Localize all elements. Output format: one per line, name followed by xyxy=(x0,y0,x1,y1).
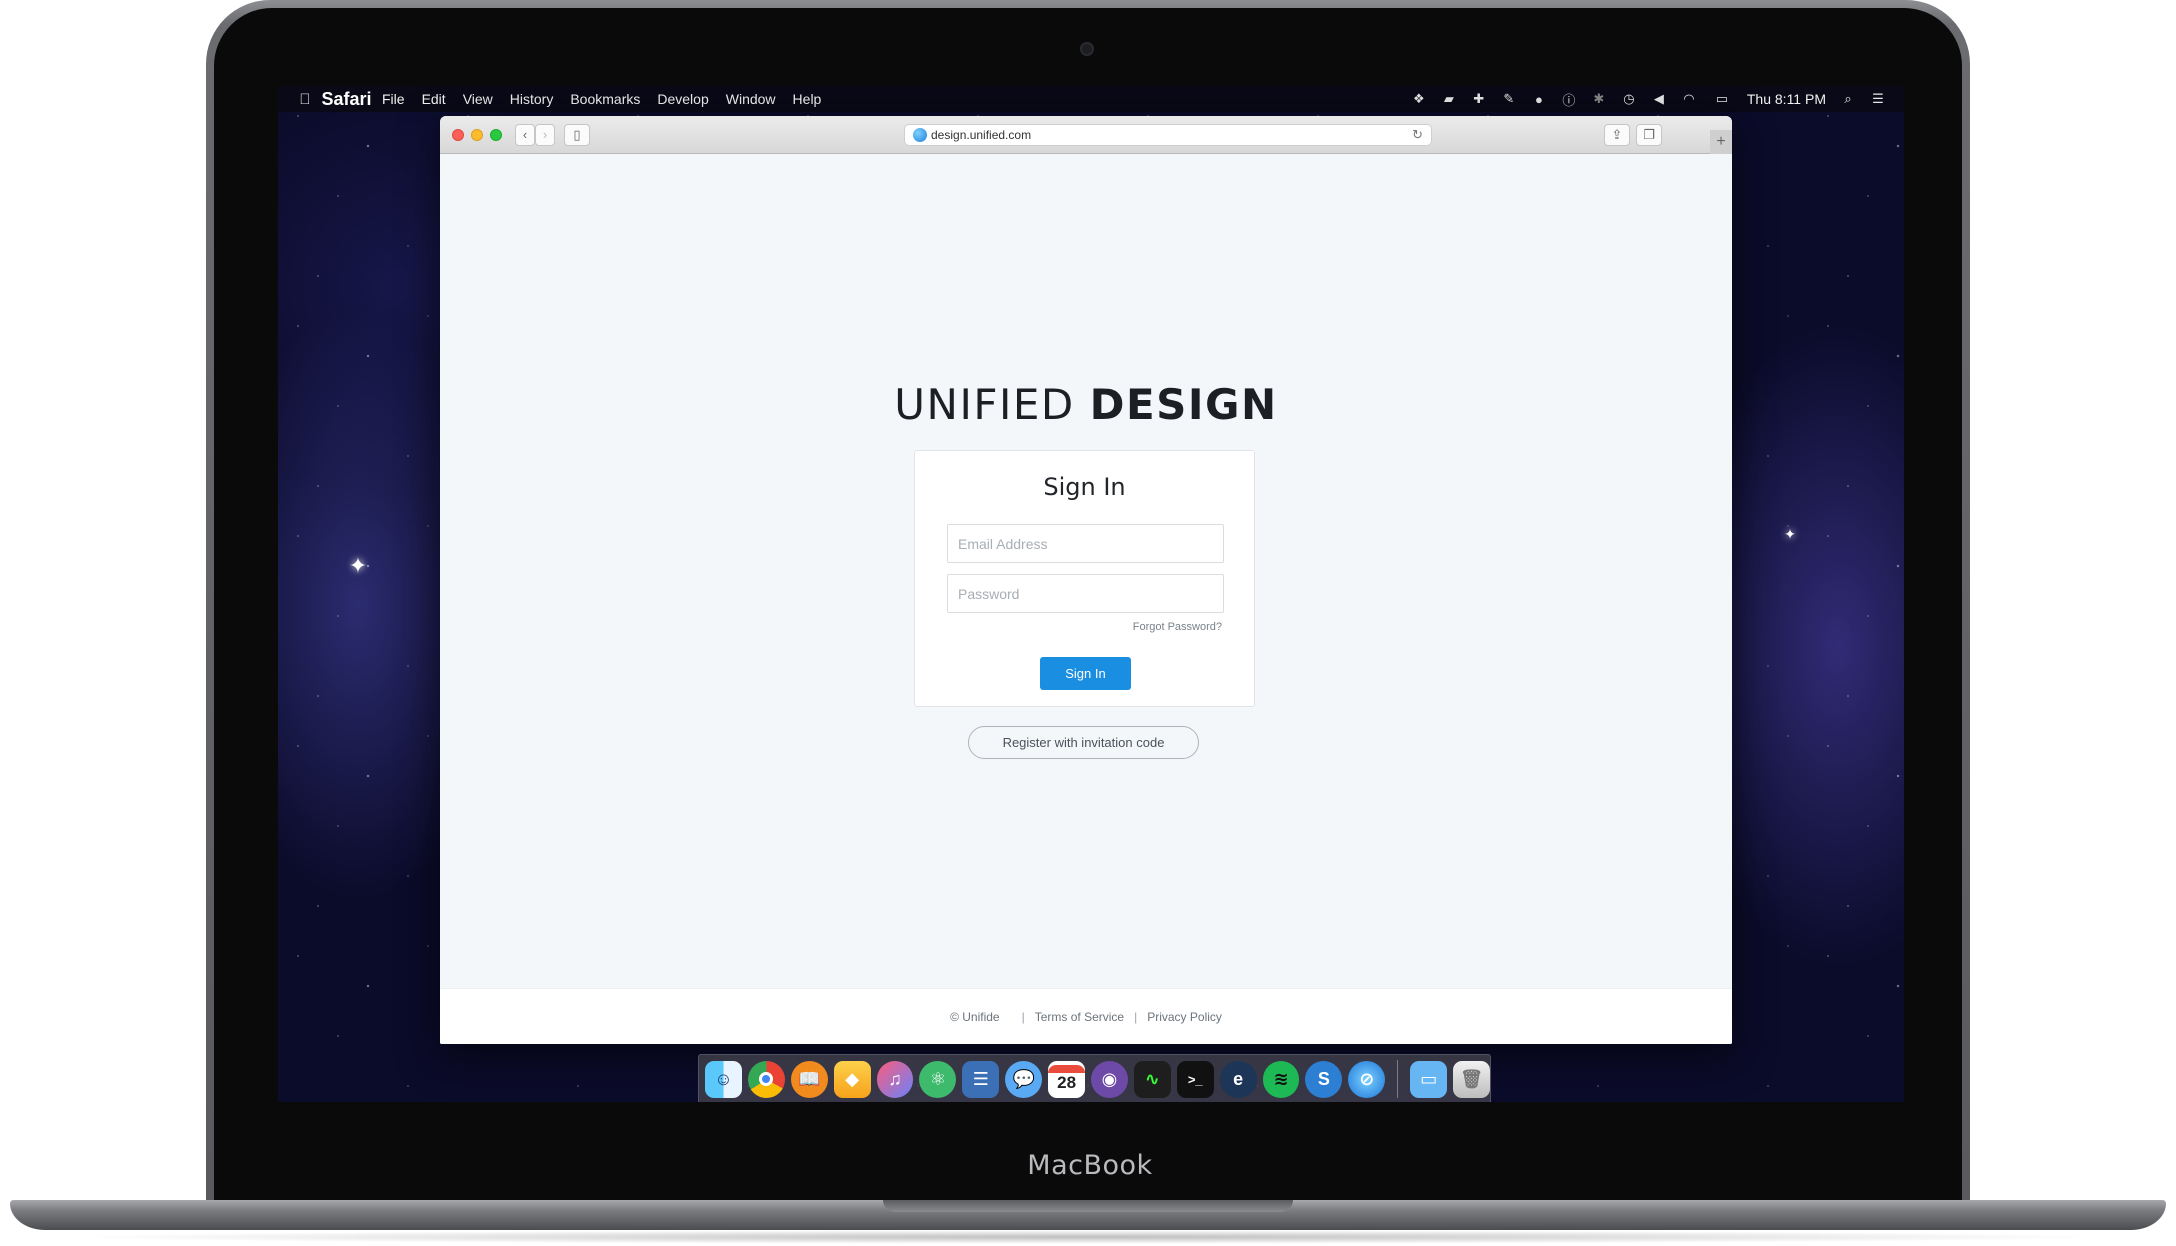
browser-toolbar: ‹ › ▯ design.unified.com ↻ ⇪ ❐ + xyxy=(440,116,1732,154)
list-app-icon[interactable]: ☰ xyxy=(962,1060,1000,1102)
dock-separator xyxy=(1397,1060,1399,1098)
web-page: UNIFIED DESIGN Sign In Forgot Password? … xyxy=(440,154,1732,1044)
menu-edit[interactable]: Edit xyxy=(422,91,446,107)
screen: ✦ ✦  Safari File Edit View History Book… xyxy=(278,86,1904,1102)
fullscreen-window-button[interactable] xyxy=(490,129,502,141)
volume-icon[interactable]: ◀ xyxy=(1651,91,1667,107)
brand-light-text: UNIFIED xyxy=(894,380,1090,429)
time-machine-icon[interactable]: ◷ xyxy=(1621,91,1637,107)
footer-copyright: © Unifide xyxy=(950,1009,1000,1024)
apple-menu-icon[interactable]:  xyxy=(292,91,318,108)
tabs-overview-icon[interactable]: ❐ xyxy=(1636,124,1662,146)
info-icon[interactable]: ⓘ xyxy=(1561,90,1577,109)
truck-icon[interactable]: ▰ xyxy=(1441,91,1457,107)
sign-in-button[interactable]: Sign In xyxy=(1040,657,1131,690)
laptop-shadow xyxy=(60,1230,2116,1244)
itunes-icon[interactable]: ♫ xyxy=(876,1060,914,1102)
laptop-notch xyxy=(883,1200,1293,1212)
reload-icon[interactable]: ↻ xyxy=(1412,125,1423,145)
activity-monitor-icon[interactable]: ∿ xyxy=(1133,1060,1171,1102)
menu-help[interactable]: Help xyxy=(793,91,822,107)
menu-develop[interactable]: Develop xyxy=(657,91,708,107)
plus-cross-icon[interactable]: ✚ xyxy=(1471,91,1487,107)
brand-bold-text: DESIGN xyxy=(1089,380,1278,429)
edge-icon[interactable]: e xyxy=(1219,1060,1257,1102)
back-button[interactable]: ‹ xyxy=(515,124,535,146)
star-sparkle-icon: ✦ xyxy=(348,553,368,578)
close-window-button[interactable] xyxy=(452,129,464,141)
trash-icon[interactable]: 🗑 xyxy=(1453,1060,1491,1098)
email-field[interactable] xyxy=(947,524,1224,563)
sidebar-toggle-icon[interactable]: ▯ xyxy=(564,124,590,146)
menu-view[interactable]: View xyxy=(463,91,493,107)
folder-icon[interactable]: ▭ xyxy=(1410,1060,1448,1098)
share-icon[interactable]: ⇪ xyxy=(1604,124,1630,146)
sign-in-card: Sign In Forgot Password? Sign In xyxy=(914,450,1255,707)
minimize-window-button[interactable] xyxy=(471,129,483,141)
safari-icon[interactable]: ⊘ xyxy=(1348,1060,1386,1102)
page-brand-title: UNIFIED DESIGN xyxy=(440,380,1732,429)
safari-window: ‹ › ▯ design.unified.com ↻ ⇪ ❐ + UNIFIED… xyxy=(440,116,1732,1044)
simplenote-icon[interactable]: S xyxy=(1305,1060,1343,1102)
address-bar[interactable]: design.unified.com ↻ xyxy=(904,124,1432,146)
notification-center-icon[interactable]: ☰ xyxy=(1870,91,1886,107)
messages-icon[interactable]: 💬 xyxy=(1005,1060,1043,1102)
battery-icon[interactable]: ▭ xyxy=(1711,91,1733,107)
new-tab-button[interactable]: + xyxy=(1710,130,1732,154)
cloud-icon[interactable]: ● xyxy=(1531,92,1547,107)
terms-of-service-link[interactable]: Terms of Service xyxy=(1035,1010,1124,1024)
finder-icon[interactable]: ☺ xyxy=(705,1060,742,1102)
menu-bookmarks[interactable]: Bookmarks xyxy=(570,91,640,107)
forgot-password-link[interactable]: Forgot Password? xyxy=(1133,621,1222,633)
forward-button[interactable]: › xyxy=(535,124,555,146)
camera-icon xyxy=(1080,42,1094,56)
sign-in-heading: Sign In xyxy=(1043,473,1126,501)
bluetooth-icon[interactable]: ✱ xyxy=(1591,91,1607,107)
desktop-scene: MacBook ✦ ✦  Safari File Edit View Hist… xyxy=(0,0,2176,1246)
globe-icon xyxy=(913,128,927,142)
menu-window[interactable]: Window xyxy=(726,91,776,107)
menu-history[interactable]: History xyxy=(510,91,554,107)
register-invitation-button[interactable]: Register with invitation code xyxy=(968,726,1199,759)
address-url: design.unified.com xyxy=(931,128,1032,142)
password-field[interactable] xyxy=(947,574,1224,613)
ibooks-icon[interactable]: 📖 xyxy=(790,1060,828,1102)
chrome-icon[interactable] xyxy=(747,1060,785,1102)
page-footer: © Unifide | Terms of Service | Privacy P… xyxy=(440,988,1732,1044)
footer-divider: | xyxy=(1134,1009,1138,1024)
dock: ☺ 📖 ◆ ♫ ⚛ ☰ 💬 28 ◉ ∿ >_ e ≋ S ⊘ ▭ 🗑 xyxy=(698,1054,1491,1102)
status-tray: ❖ ▰ ✚ ✎ ● ⓘ ✱ ◷ ◀ ◠ ▭ Thu 8:11 PM ⌕ ☰ xyxy=(1411,90,1904,109)
device-label: MacBook xyxy=(1027,1150,1153,1181)
calendar-icon[interactable]: 28 xyxy=(1048,1060,1086,1102)
menu-clock[interactable]: Thu 8:11 PM xyxy=(1747,91,1826,107)
menu-app-safari[interactable]: Safari xyxy=(321,86,371,118)
menu-file[interactable]: File xyxy=(382,91,405,107)
terminal-icon[interactable]: >_ xyxy=(1176,1060,1214,1102)
menu-bar:  Safari File Edit View History Bookmark… xyxy=(278,86,1904,112)
calendar-day: 28 xyxy=(1057,1073,1077,1092)
sketch-icon[interactable]: ◆ xyxy=(833,1060,871,1102)
footer-divider: | xyxy=(1021,1009,1025,1024)
star-sparkle-icon: ✦ xyxy=(1784,526,1796,542)
spotlight-search-icon[interactable]: ⌕ xyxy=(1840,91,1856,107)
github-icon[interactable]: ◉ xyxy=(1091,1060,1128,1102)
atom-icon[interactable]: ⚛ xyxy=(919,1060,957,1102)
spotify-icon[interactable]: ≋ xyxy=(1262,1060,1300,1102)
privacy-policy-link[interactable]: Privacy Policy xyxy=(1147,1010,1222,1024)
dropbox-icon[interactable]: ❖ xyxy=(1411,91,1427,107)
feather-icon[interactable]: ✎ xyxy=(1501,91,1517,107)
wifi-icon[interactable]: ◠ xyxy=(1681,91,1697,107)
